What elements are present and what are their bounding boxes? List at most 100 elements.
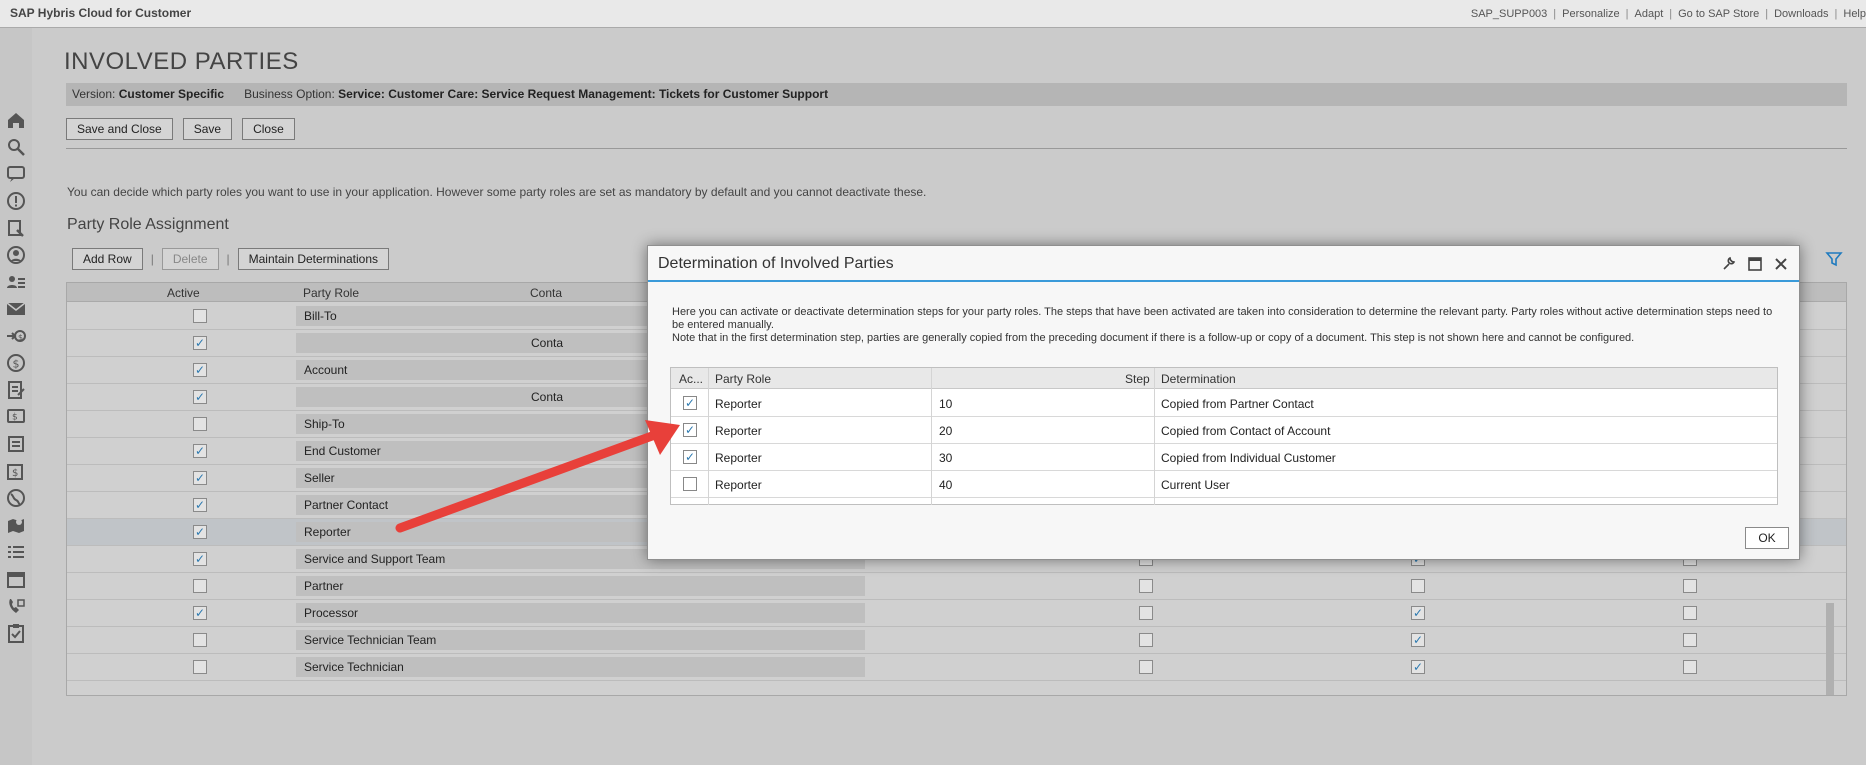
column-checkbox[interactable] — [1139, 579, 1153, 593]
close-button[interactable]: Close — [242, 118, 295, 140]
contact-cell[interactable] — [523, 657, 865, 677]
party-role-cell[interactable]: Account — [296, 360, 523, 380]
contacts-icon[interactable] — [4, 270, 28, 294]
column-header-active[interactable]: Active — [167, 286, 200, 300]
active-checkbox[interactable]: ✓ — [193, 471, 207, 485]
active-checkbox[interactable]: ✓ — [683, 396, 697, 410]
party-role-cell[interactable]: Service Technician — [296, 657, 523, 677]
column-checkbox[interactable] — [1683, 633, 1697, 647]
alert-icon[interactable] — [4, 189, 28, 213]
party-role-cell[interactable]: Processor — [296, 603, 523, 623]
column-checkbox[interactable] — [1139, 660, 1153, 674]
party-role-cell[interactable]: Partner — [296, 576, 523, 596]
column-checkbox[interactable] — [1139, 606, 1153, 620]
maintain-determinations-button[interactable]: Maintain Determinations — [237, 248, 390, 270]
party-role-cell[interactable] — [296, 387, 523, 407]
adapt-link[interactable]: Adapt — [1635, 8, 1664, 20]
clipboard-icon[interactable] — [4, 621, 28, 645]
search-icon[interactable] — [4, 135, 28, 159]
party-role-cell[interactable]: Ship-To — [296, 414, 523, 434]
mail-icon[interactable] — [4, 297, 28, 321]
party-role-cell[interactable]: End Customer — [296, 441, 523, 461]
column-header-party-role[interactable]: Party Role — [715, 372, 771, 386]
party-role-cell[interactable]: Service and Support Team — [296, 549, 523, 569]
active-checkbox[interactable]: ✓ — [193, 606, 207, 620]
table-row[interactable]: ✓ Reporter 10 Copied from Partner Contact — [671, 390, 1777, 417]
map-icon[interactable] — [4, 513, 28, 537]
column-checkbox[interactable]: ✓ — [1411, 633, 1425, 647]
home-icon[interactable] — [4, 108, 28, 132]
column-checkbox[interactable] — [1411, 579, 1425, 593]
table-row[interactable]: Partner — [67, 573, 1846, 600]
contact-cell[interactable] — [523, 576, 865, 596]
column-header-determination[interactable]: Determination — [1161, 372, 1236, 386]
phone-icon[interactable] — [4, 594, 28, 618]
party-role-cell[interactable]: Service Technician Team — [296, 630, 523, 650]
wrench-icon[interactable] — [1721, 256, 1737, 272]
column-checkbox[interactable]: ✓ — [1411, 606, 1425, 620]
table-row[interactable]: ✓ Reporter 20 Copied from Contact of Accoun… — [671, 417, 1777, 444]
active-checkbox[interactable]: ✓ — [683, 423, 697, 437]
grid-scrollbar[interactable] — [1826, 603, 1834, 695]
active-checkbox[interactable]: ✓ — [193, 336, 207, 350]
active-checkbox[interactable] — [683, 477, 697, 491]
active-checkbox[interactable]: ✓ — [683, 450, 697, 464]
table-row[interactable]: ✓ Processor ✓ — [67, 600, 1846, 627]
active-checkbox[interactable]: ✓ — [193, 525, 207, 539]
column-header-step[interactable]: Step — [1125, 372, 1150, 386]
active-checkbox[interactable] — [193, 309, 207, 323]
active-checkbox[interactable]: ✓ — [193, 390, 207, 404]
contact-cell[interactable] — [523, 630, 865, 650]
column-header-contact[interactable]: Conta — [530, 286, 562, 300]
invoice-icon[interactable]: $ — [4, 459, 28, 483]
column-checkbox[interactable] — [1139, 633, 1153, 647]
table-row[interactable]: Reporter 40 Current User — [671, 471, 1777, 498]
sap-store-link[interactable]: Go to SAP Store — [1678, 8, 1759, 20]
party-role-cell[interactable]: Bill-To — [296, 306, 523, 326]
active-checkbox[interactable]: ✓ — [193, 498, 207, 512]
active-checkbox[interactable]: ✓ — [193, 363, 207, 377]
user-link[interactable]: SAP_SUPP003 — [1471, 8, 1547, 20]
save-and-close-button[interactable]: Save and Close — [66, 118, 173, 140]
worklist-icon[interactable] — [4, 216, 28, 240]
column-checkbox[interactable] — [1683, 579, 1697, 593]
active-checkbox[interactable]: ✓ — [193, 444, 207, 458]
money-icon[interactable]: $ — [4, 351, 28, 375]
maximize-icon[interactable] — [1747, 256, 1763, 272]
downloads-link[interactable]: Downloads — [1774, 8, 1828, 20]
table-row[interactable]: ✓ Reporter 30 Copied from Individual Custom… — [671, 444, 1777, 471]
active-checkbox[interactable]: ✓ — [193, 552, 207, 566]
document-icon[interactable] — [4, 378, 28, 402]
filter-icon[interactable] — [1825, 250, 1843, 268]
calendar-icon[interactable] — [4, 567, 28, 591]
party-role-cell[interactable]: Seller — [296, 468, 523, 488]
active-checkbox[interactable] — [193, 633, 207, 647]
column-checkbox[interactable] — [1683, 606, 1697, 620]
list-icon[interactable] — [4, 540, 28, 564]
globe-icon[interactable] — [4, 486, 28, 510]
chat-icon[interactable]: $ — [4, 405, 28, 429]
column-header-party-role[interactable]: Party Role — [303, 286, 359, 300]
table-row[interactable]: Service Technician ✓ — [67, 654, 1846, 681]
sales-icon[interactable]: $ — [4, 324, 28, 348]
personalize-link[interactable]: Personalize — [1562, 8, 1619, 20]
user-icon[interactable] — [4, 243, 28, 267]
column-checkbox[interactable]: ✓ — [1411, 660, 1425, 674]
table-row[interactable]: Service Technician Team ✓ — [67, 627, 1846, 654]
active-checkbox[interactable] — [193, 417, 207, 431]
party-role-cell[interactable]: Partner Contact — [296, 495, 523, 515]
party-role-cell[interactable]: Reporter — [296, 522, 523, 542]
ticket-icon[interactable] — [4, 432, 28, 456]
active-checkbox[interactable] — [193, 579, 207, 593]
ok-button[interactable]: OK — [1745, 527, 1789, 549]
close-icon[interactable] — [1773, 256, 1789, 272]
feed-icon[interactable] — [4, 162, 28, 186]
contact-cell[interactable] — [523, 603, 865, 623]
help-link[interactable]: Help — [1843, 8, 1866, 20]
active-checkbox[interactable] — [193, 660, 207, 674]
party-role-cell[interactable] — [296, 333, 523, 353]
delete-button[interactable]: Delete — [161, 248, 219, 270]
column-header-ac[interactable]: Ac... — [679, 372, 703, 386]
add-row-button[interactable]: Add Row — [72, 248, 143, 270]
save-button[interactable]: Save — [182, 118, 233, 140]
